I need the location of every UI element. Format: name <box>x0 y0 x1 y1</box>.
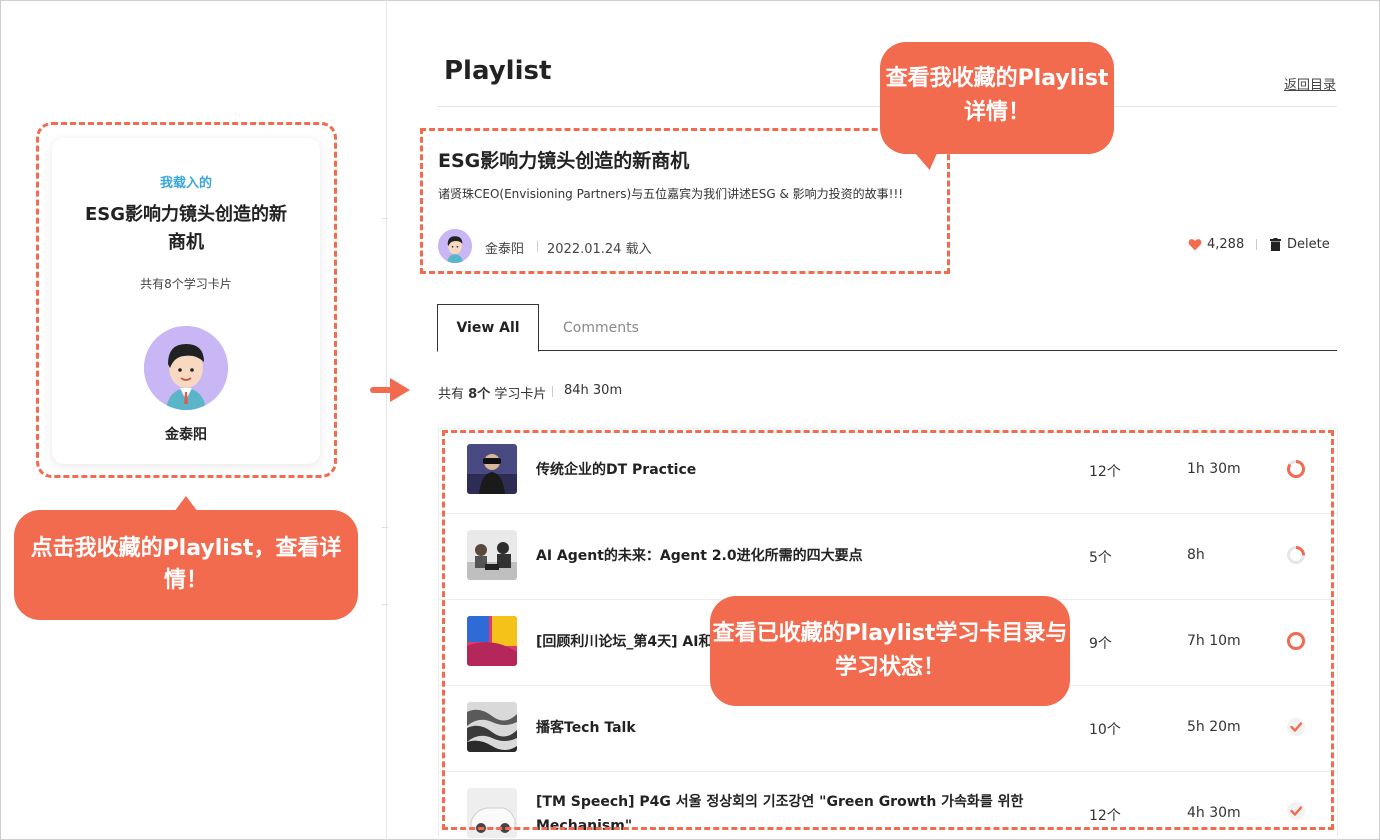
card-summary: 共有 8个 学习卡片 <box>438 383 546 402</box>
callout-left: 点击我收藏的Playlist，查看详情！ <box>14 496 358 620</box>
summary-suffix: 学习卡片 <box>490 387 547 402</box>
playlist-author: 金泰阳 <box>485 242 525 257</box>
tab-comments[interactable]: Comments <box>563 320 639 336</box>
callout-mid: 查看已收藏的Playlist学习卡目录与学习状态！ <box>710 596 1070 706</box>
summary-total-time: 84h 30m <box>564 383 623 398</box>
panel-divider <box>386 0 387 840</box>
playlist-card-count: 共有8个学习卡片 <box>140 277 232 291</box>
tab-view-all[interactable]: View All <box>437 304 539 352</box>
playlist-card-author: 金泰阳 <box>165 427 207 443</box>
trash-icon <box>1270 238 1281 251</box>
playlist-date: 2022.01.24 载入 <box>547 242 652 257</box>
delete-label: Delete <box>1287 237 1330 252</box>
arrow-right-icon <box>370 378 410 402</box>
delete-button[interactable]: Delete <box>1270 237 1330 252</box>
author-avatar <box>438 229 472 263</box>
summary-prefix: 共有 <box>438 387 469 402</box>
playlist-description: 诸贤珠CEO(Envisioning Partners)与五位嘉宾为我们讲述ES… <box>438 187 904 201</box>
action-separator <box>1256 239 1257 250</box>
divider-tick <box>382 527 388 528</box>
like-button[interactable]: 4,288 <box>1188 237 1244 252</box>
meta-separator <box>537 241 538 252</box>
page-title: Playlist <box>444 56 552 86</box>
like-count: 4,288 <box>1207 237 1245 252</box>
playlist-card-title: ESG影响力镜头创造的新商机 <box>84 204 288 253</box>
summary-count: 8个 <box>468 387 491 402</box>
divider-tick <box>382 604 388 605</box>
tab-underline <box>437 350 1337 351</box>
summary-separator <box>552 386 553 397</box>
playlist-title: ESG影响力镜头创造的新商机 <box>438 150 690 172</box>
avatar <box>144 326 228 410</box>
loaded-label: 我载入的 <box>159 176 212 191</box>
playlist-card[interactable]: 我载入的 ESG影响力镜头创造的新商机 共有8个学习卡片 金泰阳 <box>52 138 320 464</box>
heart-icon <box>1188 239 1202 251</box>
back-to-list-link[interactable]: 返回目录 <box>1284 74 1336 93</box>
divider-tick <box>382 218 388 219</box>
